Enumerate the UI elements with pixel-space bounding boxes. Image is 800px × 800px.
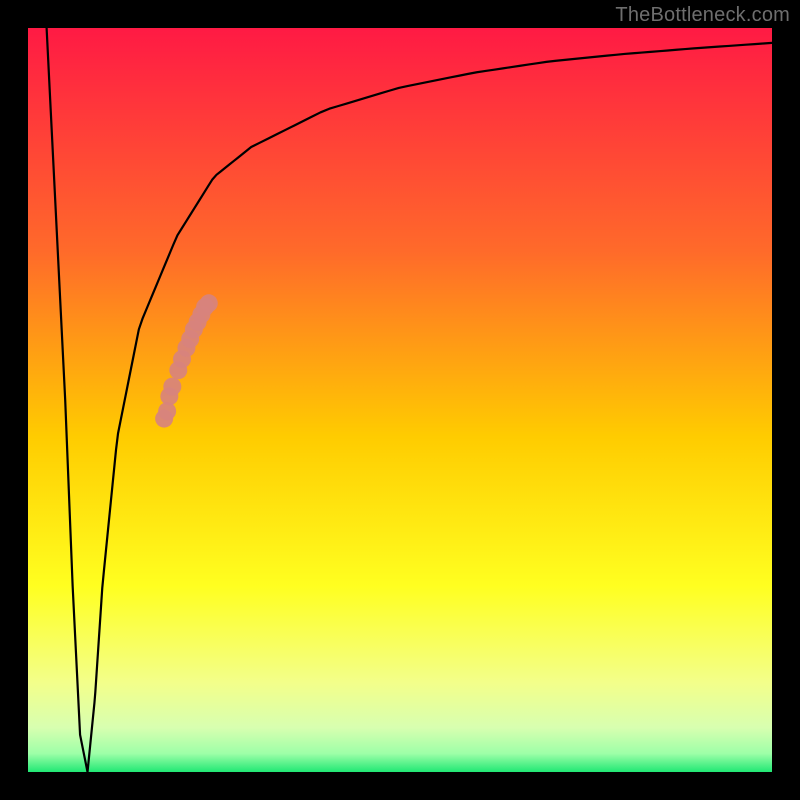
marker-dot xyxy=(163,378,181,396)
bottleneck-chart xyxy=(28,28,772,772)
marker-dot xyxy=(158,402,176,420)
chart-frame xyxy=(28,28,772,772)
attribution-text: TheBottleneck.com xyxy=(615,4,790,27)
marker-dot xyxy=(200,294,218,312)
gradient-background xyxy=(28,28,772,772)
